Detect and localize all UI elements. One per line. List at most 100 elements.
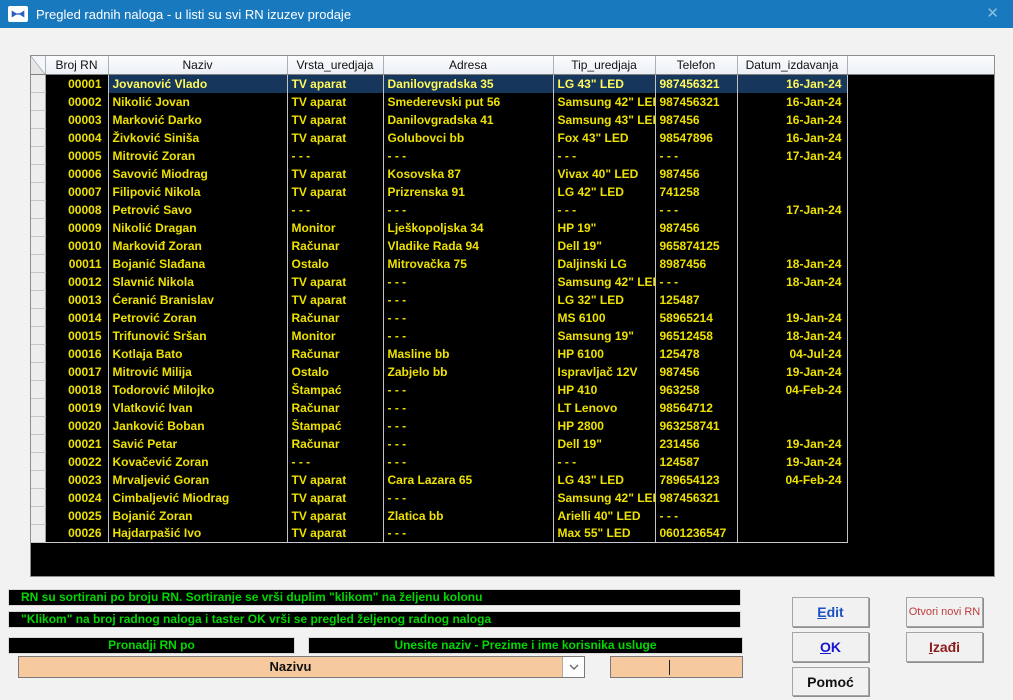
cell-adresa[interactable]: Kosovska 87 — [383, 165, 553, 183]
cell-broj-rn[interactable]: 00024 — [45, 489, 108, 507]
cell-telefon[interactable]: 231456 — [655, 435, 737, 453]
cell-telefon[interactable]: 58965214 — [655, 309, 737, 327]
cell-telefon[interactable]: 965874125 — [655, 237, 737, 255]
cell-adresa[interactable]: - - - — [383, 399, 553, 417]
cell-datum[interactable]: 16-Jan-24 — [737, 93, 847, 111]
cell-broj-rn[interactable]: 00007 — [45, 183, 108, 201]
cell-datum[interactable]: 16-Jan-24 — [737, 111, 847, 129]
table-row[interactable]: 00008Petrović Savo- - -- - -- - -- - -17… — [31, 201, 994, 219]
cell-tip[interactable]: LG 42" LED — [553, 183, 655, 201]
cell-vrsta[interactable]: TV aparat — [287, 75, 383, 93]
cell-vrsta[interactable]: TV aparat — [287, 507, 383, 525]
cell-datum[interactable]: 18-Jan-24 — [737, 273, 847, 291]
cell-adresa[interactable]: - - - — [383, 525, 553, 543]
cell-naziv[interactable]: Nikolić Jovan — [108, 93, 287, 111]
exit-button[interactable]: Izađi — [906, 632, 983, 662]
cell-tip[interactable]: Dell 19" — [553, 237, 655, 255]
cell-tip[interactable]: Arielli 40" LED — [553, 507, 655, 525]
cell-telefon[interactable]: 963258741 — [655, 417, 737, 435]
cell-vrsta[interactable]: TV aparat — [287, 129, 383, 147]
cell-tip[interactable]: HP 19" — [553, 219, 655, 237]
column-header-telefon[interactable]: Telefon — [655, 56, 737, 75]
cell-naziv[interactable]: Mrvaljević Goran — [108, 471, 287, 489]
cell-naziv[interactable]: Trifunović Sršan — [108, 327, 287, 345]
cell-broj-rn[interactable]: 00014 — [45, 309, 108, 327]
dropdown-button[interactable] — [562, 657, 584, 677]
row-selector[interactable] — [31, 111, 45, 129]
cell-vrsta[interactable]: TV aparat — [287, 93, 383, 111]
cell-broj-rn[interactable]: 00009 — [45, 219, 108, 237]
cell-vrsta[interactable]: TV aparat — [287, 165, 383, 183]
table-row[interactable]: 00004Živković SinišaTV aparatGolubovci b… — [31, 129, 994, 147]
cell-vrsta[interactable]: TV aparat — [287, 489, 383, 507]
table-row[interactable]: 00006Savović MiodragTV aparatKosovska 87… — [31, 165, 994, 183]
cell-adresa[interactable]: - - - — [383, 201, 553, 219]
cell-adresa[interactable]: - - - — [383, 309, 553, 327]
cell-naziv[interactable]: Ćeranić Branislav — [108, 291, 287, 309]
row-selector[interactable] — [31, 453, 45, 471]
cell-telefon[interactable]: 987456 — [655, 111, 737, 129]
cell-datum[interactable]: 18-Jan-24 — [737, 327, 847, 345]
cell-naziv[interactable]: Nikolić Dragan — [108, 219, 287, 237]
close-icon[interactable]: ✕ — [986, 4, 999, 22]
cell-vrsta[interactable]: Štampać — [287, 381, 383, 399]
table-row[interactable]: 00020Janković BobanŠtampać- - -HP 280096… — [31, 417, 994, 435]
cell-datum[interactable]: 19-Jan-24 — [737, 435, 847, 453]
cell-broj-rn[interactable]: 00018 — [45, 381, 108, 399]
open-new-rn-button[interactable]: Otvori novi RN — [906, 597, 983, 627]
table-row[interactable]: 00013Ćeranić BranislavTV aparat- - -LG 3… — [31, 291, 994, 309]
cell-datum[interactable] — [737, 219, 847, 237]
column-header-datum-izdavanja[interactable]: Datum_izdavanja — [737, 56, 847, 75]
cell-broj-rn[interactable]: 00008 — [45, 201, 108, 219]
cell-tip[interactable]: LG 43" LED — [553, 75, 655, 93]
cell-vrsta[interactable]: TV aparat — [287, 183, 383, 201]
table-row[interactable]: 00018Todorović MilojkoŠtampać- - -HP 410… — [31, 381, 994, 399]
column-header-vrsta-uredjaja[interactable]: Vrsta_uredjaja — [287, 56, 383, 75]
cell-datum[interactable] — [737, 399, 847, 417]
cell-datum[interactable] — [737, 165, 847, 183]
cell-telefon[interactable]: 789654123 — [655, 471, 737, 489]
table-row[interactable]: 00009Nikolić DraganMonitorLješkopoljska … — [31, 219, 994, 237]
cell-telefon[interactable]: 125478 — [655, 345, 737, 363]
edit-button[interactable]: Edit — [792, 597, 869, 627]
cell-datum[interactable] — [737, 525, 847, 543]
cell-naziv[interactable]: Mitrović Zoran — [108, 147, 287, 165]
cell-vrsta[interactable]: Računar — [287, 399, 383, 417]
cell-adresa[interactable]: - - - — [383, 417, 553, 435]
cell-broj-rn[interactable]: 00016 — [45, 345, 108, 363]
row-selector[interactable] — [31, 291, 45, 309]
cell-broj-rn[interactable]: 00013 — [45, 291, 108, 309]
cell-naziv[interactable]: Živković Siniša — [108, 129, 287, 147]
cell-tip[interactable]: - - - — [553, 147, 655, 165]
cell-vrsta[interactable]: TV aparat — [287, 273, 383, 291]
name-search-input[interactable] — [610, 656, 743, 678]
cell-naziv[interactable]: Petrović Savo — [108, 201, 287, 219]
row-selector[interactable] — [31, 471, 45, 489]
column-header-broj-rn[interactable]: Broj RN — [45, 56, 108, 75]
cell-vrsta[interactable]: - - - — [287, 201, 383, 219]
cell-naziv[interactable]: Cimbaljević Miodrag — [108, 489, 287, 507]
table-row[interactable]: 00023Mrvaljević GoranTV aparatCara Lazar… — [31, 471, 994, 489]
cell-adresa[interactable]: Zlatica bb — [383, 507, 553, 525]
cell-broj-rn[interactable]: 00010 — [45, 237, 108, 255]
cell-broj-rn[interactable]: 00011 — [45, 255, 108, 273]
cell-tip[interactable]: Dell 19" — [553, 435, 655, 453]
cell-telefon[interactable]: - - - — [655, 507, 737, 525]
cell-adresa[interactable]: - - - — [383, 435, 553, 453]
cell-vrsta[interactable]: - - - — [287, 147, 383, 165]
cell-broj-rn[interactable]: 00003 — [45, 111, 108, 129]
cell-naziv[interactable]: Filipović Nikola — [108, 183, 287, 201]
table-row[interactable]: 00016Kotlaja BatoRačunarMasline bbHP 610… — [31, 345, 994, 363]
cell-datum[interactable]: 18-Jan-24 — [737, 255, 847, 273]
cell-adresa[interactable]: - - - — [383, 147, 553, 165]
cell-adresa[interactable]: Cara Lazara 65 — [383, 471, 553, 489]
cell-datum[interactable] — [737, 417, 847, 435]
cell-naziv[interactable]: Slavnić Nikola — [108, 273, 287, 291]
cell-adresa[interactable]: - - - — [383, 381, 553, 399]
cell-vrsta[interactable]: TV aparat — [287, 471, 383, 489]
row-selector[interactable] — [31, 75, 45, 93]
cell-naziv[interactable]: Bojanić Slađana — [108, 255, 287, 273]
cell-tip[interactable]: Samsung 42" LED — [553, 273, 655, 291]
table-row[interactable]: 00026Hajdarpašić IvoTV aparat- - -Max 55… — [31, 525, 994, 543]
table-row[interactable]: 00024Cimbaljević MiodragTV aparat- - -Sa… — [31, 489, 994, 507]
